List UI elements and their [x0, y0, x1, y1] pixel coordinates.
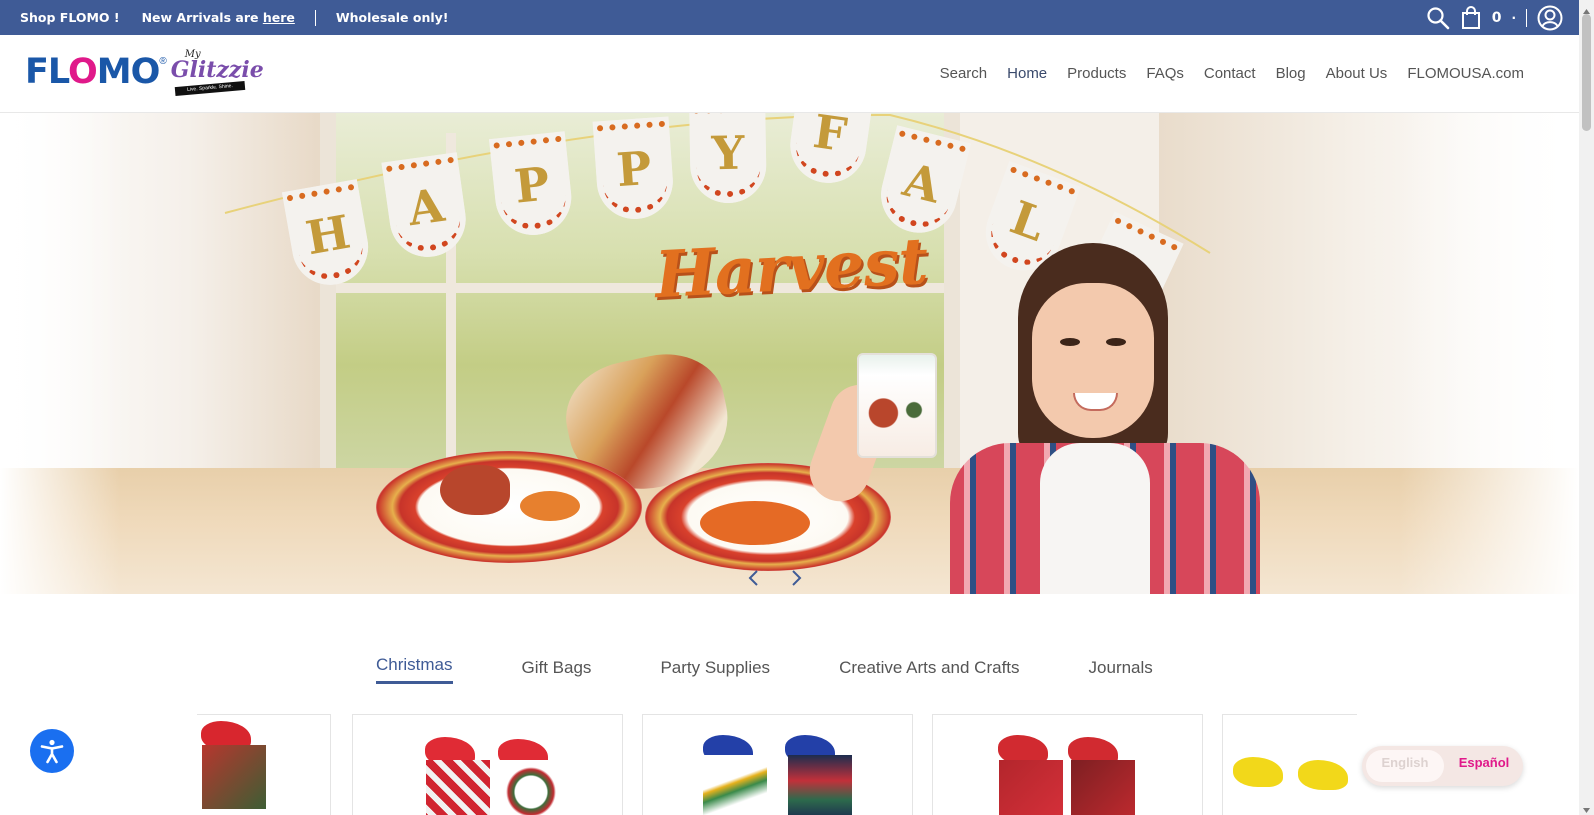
glitzzie-wordmark: Glitzzie — [170, 57, 264, 83]
carousel-controls — [745, 568, 805, 588]
flomo-o: O — [67, 52, 98, 92]
accessibility-icon[interactable] — [30, 729, 74, 773]
nav-flomousa[interactable]: FLOMOUSA.com — [1407, 65, 1524, 82]
tab-christmas[interactable]: Christmas — [376, 655, 453, 684]
brand-logo[interactable]: FLOMO ® My Glitzzie Live. Sparkle. Shine… — [25, 49, 264, 97]
tab-journals[interactable]: Journals — [1089, 658, 1153, 684]
site-header: FLOMO ® My Glitzzie Live. Sparkle. Shine… — [0, 35, 1579, 113]
product-card[interactable] — [1222, 714, 1357, 815]
flomo-m: M — [96, 52, 132, 92]
product-gift-bag — [499, 760, 563, 815]
product-gift-bag — [426, 760, 490, 815]
flomo-fl: FL — [25, 52, 69, 92]
nav-products[interactable]: Products — [1067, 65, 1126, 82]
cart-dot: · — [1511, 10, 1516, 25]
girl-eye-left — [1060, 338, 1080, 346]
flomo-wordmark: FLOMO — [25, 51, 161, 93]
flomo-o2: O — [130, 52, 161, 92]
header-utility-icons: 0 · — [1426, 0, 1563, 35]
product-card[interactable] — [352, 714, 623, 815]
hero-banner[interactable]: H A P P Y F A L L Harvest — [0, 113, 1579, 594]
language-spanish[interactable]: Español — [1448, 750, 1520, 782]
plate-turkey-graphic — [440, 465, 510, 515]
plate-pumpkins-graphic — [700, 501, 810, 545]
nav-faqs[interactable]: FAQs — [1146, 65, 1184, 82]
product-gift-bag — [999, 760, 1063, 815]
product-card[interactable] — [642, 714, 913, 815]
mug-pattern — [863, 383, 931, 443]
new-arrivals-prefix: New Arrivals are — [141, 10, 263, 25]
nav-about-us[interactable]: About Us — [1326, 65, 1388, 82]
product-carousel — [197, 714, 1357, 815]
language-english[interactable]: English — [1366, 750, 1444, 782]
tab-creative-arts-and-crafts[interactable]: Creative Arts and Crafts — [839, 658, 1019, 684]
product-tissue — [1233, 757, 1283, 787]
announcement-bar: Shop FLOMO ! New Arrivals are here Whole… — [0, 0, 1579, 35]
nav-home[interactable]: Home — [1007, 65, 1047, 82]
shop-flomo-link[interactable]: Shop FLOMO ! — [20, 10, 120, 25]
scroll-down-icon[interactable] — [1582, 802, 1591, 813]
new-arrivals-text: New Arrivals are here — [142, 10, 295, 25]
hero-headline: Harvest — [653, 223, 929, 314]
announcement-group: Shop FLOMO ! New Arrivals are here Whole… — [0, 9, 449, 26]
hero-mug — [857, 353, 937, 458]
glitzzie-logo: My Glitzzie Live. Sparkle. Shine. — [171, 49, 264, 97]
hero-fade-right — [1399, 113, 1579, 594]
product-card[interactable] — [932, 714, 1203, 815]
main-nav: Search Home Products FAQs Contact Blog A… — [940, 35, 1524, 111]
hero-fade-left — [0, 113, 120, 594]
glitzzie-tagline: Live. Sparkle. Shine. — [174, 80, 245, 97]
scrollbar-thumb[interactable] — [1582, 14, 1591, 131]
product-gift-bag — [202, 745, 266, 809]
page-scrollbar[interactable] — [1579, 0, 1594, 815]
nav-search[interactable]: Search — [940, 65, 988, 82]
banner-letter-p2: P — [592, 116, 676, 222]
new-arrivals-link[interactable]: here — [263, 10, 295, 25]
cart-count[interactable]: 0 — [1492, 10, 1502, 26]
utility-divider — [1526, 8, 1527, 27]
plate-pumpkin-graphic — [520, 491, 580, 521]
nav-contact[interactable]: Contact — [1204, 65, 1256, 82]
product-gift-bag — [703, 755, 767, 815]
shopping-bag-icon[interactable] — [1460, 5, 1482, 30]
registered-mark: ® — [159, 56, 167, 67]
page: Shop FLOMO ! New Arrivals are here Whole… — [0, 0, 1594, 815]
tab-gift-bags[interactable]: Gift Bags — [522, 658, 592, 684]
product-gift-bag — [1071, 760, 1135, 815]
category-tabs: Christmas Gift Bags Party Supplies Creat… — [376, 655, 1153, 684]
search-icon[interactable] — [1426, 6, 1450, 30]
girl-face — [1032, 283, 1154, 438]
banner-letter-y: Y — [689, 113, 767, 204]
hero-plate-turkey — [376, 451, 642, 563]
wholesale-text: Wholesale only! — [335, 10, 449, 25]
chevron-right-icon[interactable] — [789, 568, 805, 588]
girl-tshirt — [1040, 443, 1150, 594]
chevron-left-icon[interactable] — [745, 568, 761, 588]
product-tissue — [1298, 760, 1348, 790]
girl-eye-right — [1106, 338, 1126, 346]
user-circle-icon[interactable] — [1537, 5, 1563, 31]
announcement-divider — [314, 9, 316, 26]
hero-girl — [801, 243, 1270, 594]
scroll-up-icon[interactable] — [1582, 3, 1591, 14]
product-card[interactable] — [197, 714, 331, 815]
language-toggle: English Español — [1362, 746, 1523, 786]
nav-blog[interactable]: Blog — [1276, 65, 1306, 82]
tab-party-supplies[interactable]: Party Supplies — [660, 658, 770, 684]
product-gift-bag — [788, 755, 852, 815]
